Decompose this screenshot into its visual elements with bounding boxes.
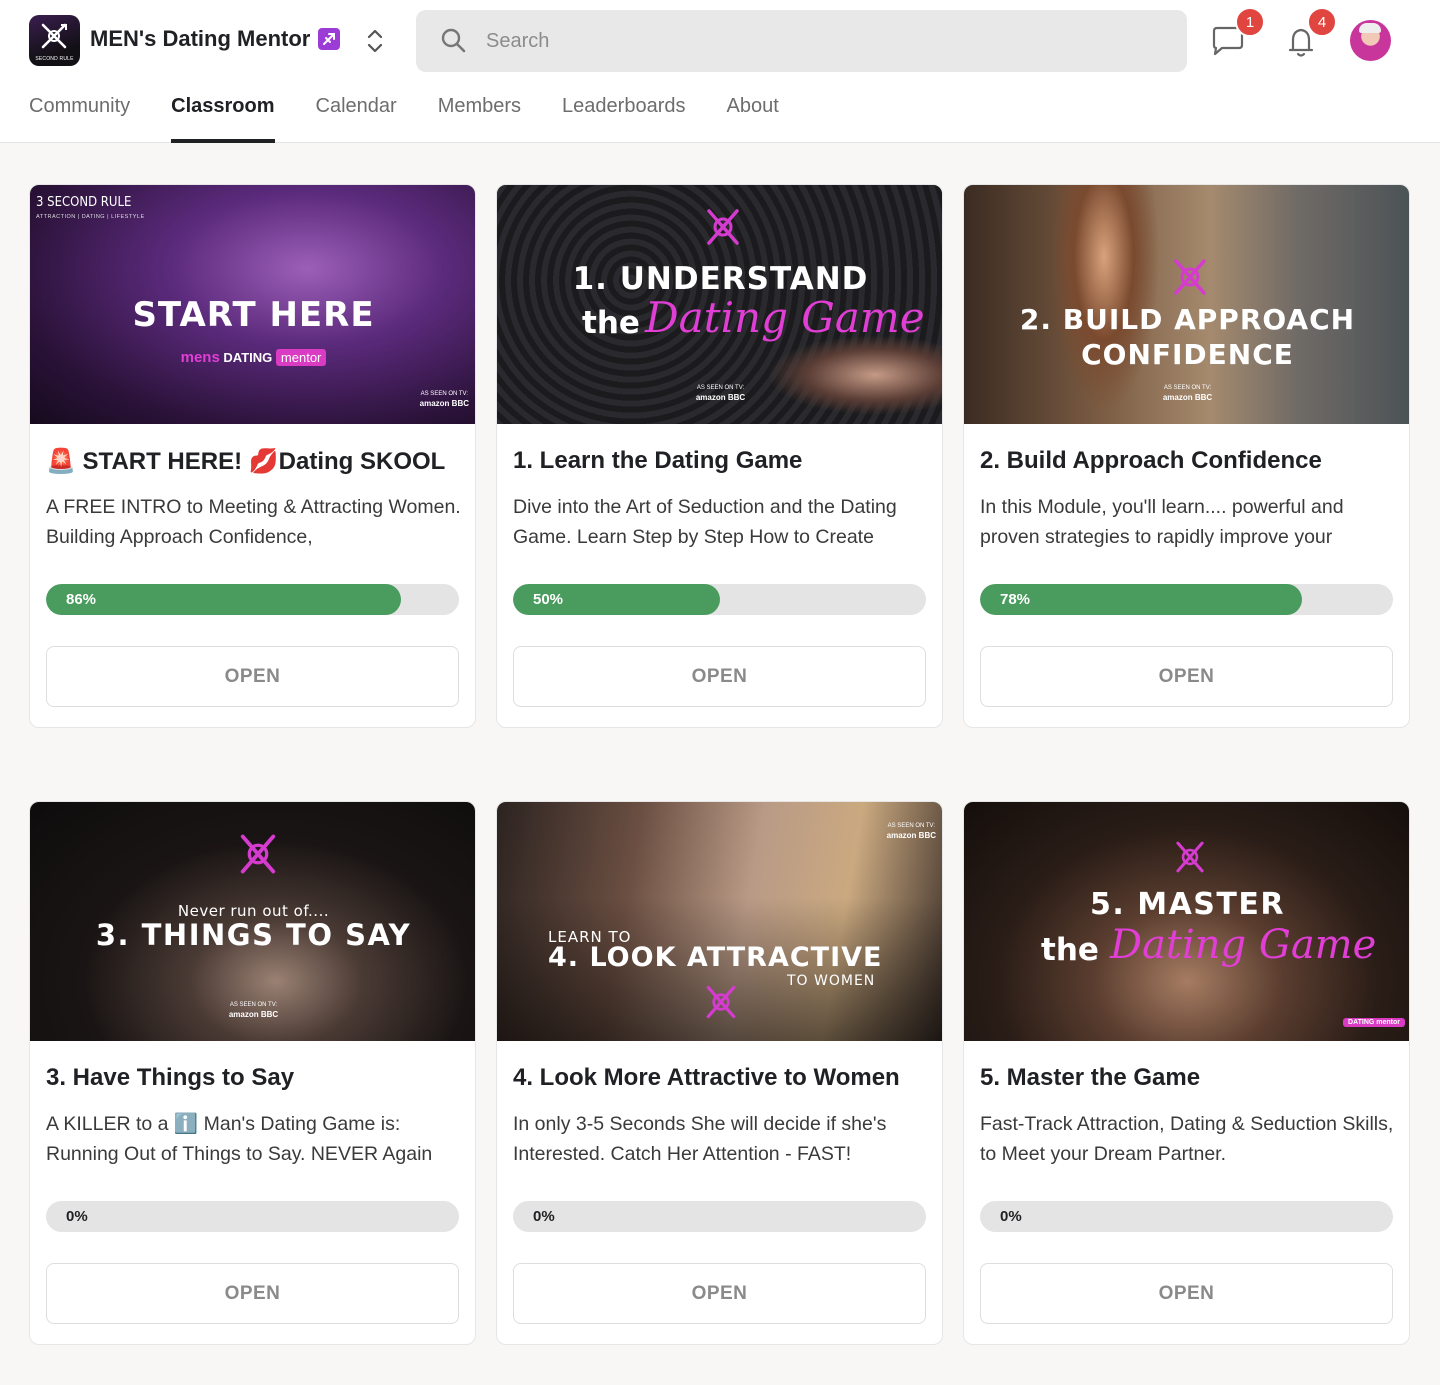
thumb-headline: 1. UNDERSTAND	[572, 261, 869, 297]
thumb-headline: 5. MASTER	[1090, 887, 1285, 922]
as-seen-on-tv: AS SEEN ON TV: amazon BBC	[1162, 385, 1213, 402]
brand-corner-label: 3 SECOND RULE	[36, 195, 132, 210]
crossed-arrows-icon	[706, 985, 736, 1019]
course-thumbnail[interactable]: 5. MASTER the Dating Game DATING mentor	[964, 802, 1409, 1041]
tab-community[interactable]: Community	[29, 90, 130, 143]
brand-tag: DATING mentor	[1343, 1018, 1405, 1027]
course-title: 4. Look More Attractive to Women	[513, 1064, 900, 1091]
brand-corner-sub: ATTRACTION | DATING | LIFESTYLE	[36, 214, 145, 220]
course-progress-bar: 0%	[980, 1201, 1393, 1232]
course-progress-bar: 50%	[513, 584, 926, 615]
course-thumbnail[interactable]: 1. UNDERSTAND the Dating Game AS SEEN ON…	[497, 185, 942, 424]
course-card[interactable]: 3 SECOND RULE ATTRACTION | DATING | LIFE…	[29, 184, 476, 728]
progress-fill	[46, 584, 402, 615]
crossed-arrows-icon	[1174, 259, 1206, 295]
as-seen-on-tv: AS SEEN ON TV: amazon BBC	[228, 1002, 279, 1019]
crossed-arrows-logo-icon	[41, 23, 67, 49]
thumb-headline-2: CONFIDENCE	[1081, 338, 1294, 371]
tab-calendar[interactable]: Calendar	[316, 90, 397, 143]
as-seen-on-tv: AS SEEN ON TV: amazon BBC	[695, 385, 746, 402]
main-nav-tabs: Community Classroom Calendar Members Lea…	[29, 90, 820, 143]
community-switcher-icon[interactable]	[364, 26, 386, 56]
open-course-button[interactable]: OPEN	[513, 646, 926, 707]
course-card[interactable]: 2. BUILD APPROACH CONFIDENCE AS SEEN ON …	[963, 184, 1410, 728]
course-title: 1. Learn the Dating Game	[513, 447, 803, 474]
course-progress-bar: 0%	[513, 1201, 926, 1232]
course-description: Dive into the Art of Seduction and the D…	[513, 496, 897, 548]
thumb-brand: mens DATING mentor	[30, 349, 475, 366]
course-description: In only 3-5 Seconds She will decide if s…	[513, 1113, 887, 1165]
open-course-button[interactable]: OPEN	[46, 646, 459, 707]
course-progress-bar: 78%	[980, 584, 1393, 615]
course-thumbnail[interactable]: Never run out of.... 3. THINGS TO SAY AS…	[30, 802, 475, 1041]
course-thumbnail[interactable]: 3 SECOND RULE ATTRACTION | DATING | LIFE…	[30, 185, 475, 424]
search-icon	[441, 28, 466, 53]
open-course-button[interactable]: OPEN	[980, 646, 1393, 707]
thumb-script-title: Dating Game	[1110, 922, 1377, 968]
course-description: A KILLER to a ℹ️ Man's Dating Game is: R…	[46, 1113, 433, 1165]
community-name-label: MEN's Dating Mentor	[90, 26, 311, 51]
top-header: SECOND RULE MEN's Dating Mentor 1 4 Comm…	[0, 0, 1440, 143]
course-thumbnail[interactable]: 2. BUILD APPROACH CONFIDENCE AS SEEN ON …	[964, 185, 1409, 424]
course-card[interactable]: Never run out of.... 3. THINGS TO SAY AS…	[29, 801, 476, 1345]
thumb-tagline: TO WOMEN	[787, 973, 876, 989]
course-title: 2. Build Approach Confidence	[980, 447, 1322, 474]
course-card[interactable]: 5. MASTER the Dating Game DATING mentor …	[963, 801, 1410, 1345]
sagittarius-icon	[318, 28, 341, 50]
tab-leaderboards[interactable]: Leaderboards	[562, 90, 685, 143]
notification-count-badge: 4	[1307, 7, 1337, 37]
model-photo	[767, 335, 942, 415]
crossed-arrows-icon	[1176, 841, 1204, 873]
progress-label: 0%	[1000, 1208, 1022, 1225]
search-bar[interactable]	[416, 10, 1187, 72]
chat-count-badge: 1	[1235, 7, 1265, 37]
progress-label: 0%	[533, 1208, 555, 1225]
thumb-word: the	[582, 305, 640, 341]
tab-about[interactable]: About	[726, 90, 778, 143]
thumb-script-title: Dating Game	[645, 293, 925, 342]
thumb-headline: 4. LOOK ATTRACTIVE	[548, 942, 883, 973]
course-card[interactable]: LEARN TO 4. LOOK ATTRACTIVE TO WOMEN AS …	[496, 801, 943, 1345]
crossed-arrows-icon	[240, 834, 276, 874]
logo-caption: SECOND RULE	[35, 56, 74, 62]
thumb-word: the	[1041, 932, 1099, 968]
community-logo[interactable]: SECOND RULE	[29, 15, 80, 66]
search-input[interactable]	[486, 10, 1136, 72]
thumb-headline: 3. THINGS TO SAY	[95, 918, 412, 952]
course-title: 3. Have Things to Say	[46, 1064, 295, 1091]
community-name[interactable]: MEN's Dating Mentor	[90, 26, 341, 52]
course-title: 5. Master the Game	[980, 1064, 1201, 1091]
crossed-arrows-icon	[707, 209, 739, 245]
progress-label: 78%	[1000, 591, 1031, 608]
open-course-button[interactable]: OPEN	[980, 1263, 1393, 1324]
course-thumbnail[interactable]: LEARN TO 4. LOOK ATTRACTIVE TO WOMEN AS …	[497, 802, 942, 1041]
course-progress-bar: 0%	[46, 1201, 459, 1232]
thumb-headline: 2. BUILD APPROACH	[1019, 303, 1356, 336]
open-course-button[interactable]: OPEN	[513, 1263, 926, 1324]
tab-members[interactable]: Members	[438, 90, 521, 143]
as-seen-on-tv: AS SEEN ON TV: amazon BBC	[886, 823, 936, 840]
course-card[interactable]: 1. UNDERSTAND the Dating Game AS SEEN ON…	[496, 184, 943, 728]
open-course-button[interactable]: OPEN	[46, 1263, 459, 1324]
course-progress-bar: 86%	[46, 584, 459, 615]
progress-label: 0%	[66, 1208, 88, 1225]
tab-classroom[interactable]: Classroom	[171, 90, 275, 143]
course-description: A FREE INTRO to Meeting & Attracting Wom…	[46, 496, 461, 548]
user-avatar[interactable]	[1350, 20, 1391, 61]
course-description: Fast-Track Attraction, Dating & Seductio…	[980, 1113, 1394, 1165]
thumb-headline: START HERE	[132, 295, 375, 335]
course-description: In this Module, you'll learn.... powerfu…	[980, 496, 1344, 548]
progress-label: 86%	[66, 591, 97, 608]
as-seen-on-tv: AS SEEN ON TV: amazon BBC	[419, 391, 469, 408]
course-title: 🚨 START HERE! 💋Dating SKOOL	[46, 448, 446, 475]
progress-label: 50%	[533, 591, 564, 608]
